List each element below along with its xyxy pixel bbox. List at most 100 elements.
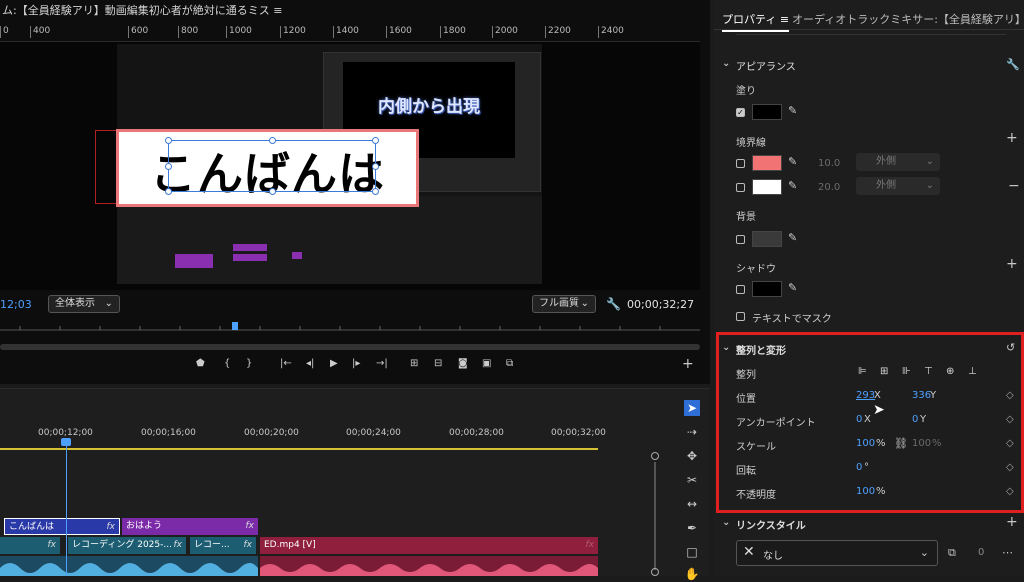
proxy-toggle-icon[interactable]: ⧉ [506,358,513,369]
position-x-value[interactable]: 293 [856,390,875,401]
align-center-vertical-icon[interactable]: ⊕ [946,366,956,377]
audio-clip-ed[interactable] [260,556,598,576]
stroke2-width[interactable]: 20.0 [818,182,840,193]
clip-ohayou[interactable]: おはよう fx [122,518,258,535]
align-left-icon[interactable]: ⊫ [858,366,868,377]
camera-icon[interactable]: ◙ [458,358,468,369]
reset-icon[interactable]: ↺ [1006,341,1015,354]
align-center-horizontal-icon[interactable]: ⊞ [880,366,890,377]
track-select-tool-icon[interactable]: ⇢ [684,424,700,440]
comparison-view-icon[interactable]: ▣ [482,358,491,369]
tab-properties[interactable]: プロパティ ≡ [722,11,790,32]
add-button-icon[interactable]: + [682,356,694,372]
position-y-value[interactable]: 336 [912,390,931,401]
current-timecode[interactable]: 12;03 [0,298,32,311]
eyedropper-icon[interactable]: ✎ [788,281,797,294]
marker-icon[interactable]: ⬟ [196,358,205,369]
anchor-x-value[interactable]: 0 [856,414,862,425]
scale-linked-value[interactable]: 100 [912,438,931,449]
go-to-in-icon[interactable]: |← [280,358,292,369]
sync-style-icon[interactable]: ⧉ [948,546,956,560]
selection-tool-icon[interactable]: ➤ [684,400,700,416]
background-color-swatch[interactable] [752,231,782,247]
align-right-icon[interactable]: ⊪ [902,366,912,377]
link-chain-icon[interactable]: ⛓ [894,437,908,450]
shadow-color-swatch[interactable] [752,281,782,297]
lift-icon[interactable]: ⊞ [410,358,418,369]
align-bottom-icon[interactable]: ⊥ [968,366,978,377]
resize-handle[interactable] [372,188,379,195]
stroke2-position-select[interactable]: 外側 ⌄ [856,177,940,195]
keyframe-diamond-icon[interactable]: ◇ [1006,390,1014,401]
chevron-down-icon[interactable]: ⌄ [722,342,730,353]
hand-tool-icon[interactable]: ✋ [684,566,700,582]
scale-value[interactable]: 100 [856,438,875,449]
align-transform-heading[interactable]: 整列と変形 [736,342,786,357]
rotation-value[interactable]: 0 [856,462,862,473]
anchor-y-value[interactable]: 0 [912,414,918,425]
align-top-icon[interactable]: ⊤ [924,366,934,377]
fill-checkbox[interactable]: ✓ [736,108,745,117]
eyedropper-icon[interactable]: ✎ [788,104,797,117]
selection-box[interactable] [165,137,379,195]
background-checkbox[interactable] [736,235,745,244]
chevron-down-icon[interactable]: ⌄ [722,58,730,69]
go-to-out-icon[interactable]: →| [376,358,388,369]
program-monitor-title[interactable]: ム:【全員経験アリ】動画編集初心者が絶対に通るミス ≡ [0,0,710,22]
timeline-ruler[interactable]: 00;00;12;00 00;00;16;00 00;00;20;00 00;0… [0,428,660,448]
clip-recording-0[interactable]: fx [0,537,60,554]
appearance-heading[interactable]: アピアランス [736,58,796,73]
mark-in-icon[interactable]: { [224,358,230,369]
ripple-edit-tool-icon[interactable]: ✥ [684,448,700,464]
clip-recording-1[interactable]: レコーディング 2025-... fx [68,537,186,554]
monitor-scrub-ruler[interactable] [0,320,700,334]
keyframe-diamond-icon[interactable]: ◇ [1006,462,1014,473]
work-area-bar[interactable] [0,448,598,450]
audio-clip-recording[interactable] [0,556,258,576]
chevron-down-icon[interactable]: ⌄ [722,517,730,528]
stroke1-position-select[interactable]: 外側 ⌄ [856,153,940,171]
keyframe-diamond-icon[interactable]: ◇ [1006,414,1014,425]
resize-handle[interactable] [269,188,276,195]
stroke2-checkbox[interactable] [736,183,745,192]
timeline-playhead[interactable] [66,440,67,576]
add-shadow-icon[interactable]: + [1006,256,1018,272]
zoom-select[interactable]: 全体表示 ⌄ [48,295,120,313]
step-forward-icon[interactable]: |▸ [352,358,360,369]
remove-stroke-icon[interactable]: − [1008,178,1020,194]
clip-konbanwa[interactable]: こんばんは fx [4,518,120,535]
resize-handle[interactable] [372,137,379,144]
eyedropper-icon[interactable]: ✎ [788,231,797,244]
resize-handle[interactable] [165,137,172,144]
resize-handle[interactable] [269,137,276,144]
resize-handle[interactable] [165,163,172,170]
clip-ed-mp4[interactable]: ED.mp4 [V] fx [260,537,598,554]
fill-color-swatch[interactable] [752,104,782,120]
add-link-style-icon[interactable]: + [1006,514,1018,530]
monitor-scrollbar[interactable] [0,344,700,350]
opacity-value[interactable]: 100 [856,486,875,497]
stroke1-color-swatch[interactable] [752,155,782,171]
tab-audio-mixer[interactable]: オーディオトラックミキサー:【全員経験アリ】動画編集 [792,11,1024,27]
scroll-track[interactable] [654,462,656,570]
link-style-select[interactable]: ✕ なし ⌄ [736,540,938,566]
scroll-handle[interactable] [651,452,659,460]
link-style-heading[interactable]: リンクスタイル [736,517,806,532]
scroll-handle[interactable] [651,568,659,576]
add-stroke-icon[interactable]: + [1006,130,1018,146]
wrench-icon[interactable]: 🔧 [1006,58,1020,71]
step-back-icon[interactable]: ◂| [306,358,314,369]
eyedropper-icon[interactable]: ✎ [788,155,797,168]
play-icon[interactable]: ▶ [330,358,338,369]
playhead-handle[interactable] [61,438,71,446]
timeline-vertical-scrollbar[interactable] [650,452,660,576]
mark-out-icon[interactable]: } [246,358,252,369]
clip-recording-2[interactable]: レコー... fx [190,537,256,554]
eyedropper-icon[interactable]: ✎ [788,179,797,192]
wrench-icon[interactable]: 🔧 [606,297,621,311]
razor-tool-icon[interactable]: ✂ [684,472,700,488]
keyframe-diamond-icon[interactable]: ◇ [1006,438,1014,449]
resize-handle[interactable] [165,188,172,195]
quality-select[interactable]: フル画質 ⌄ [532,295,596,313]
text-mask-checkbox[interactable] [736,312,745,321]
